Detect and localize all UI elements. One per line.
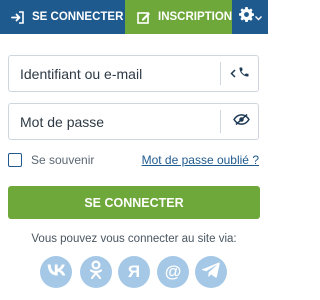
tab-signup[interactable]: INSCRIPTION [125,0,232,34]
phone-login-toggle[interactable] [225,65,255,83]
mailru-login-button[interactable]: @ [157,256,189,288]
tab-login[interactable]: SE CONNECTER [0,0,125,34]
remember-me[interactable]: Se souvenir [8,153,94,167]
field-divider [220,62,221,85]
chevron-left-icon [230,65,236,83]
password-input[interactable] [9,104,219,139]
password-field [8,103,259,140]
tab-signup-label: INSCRIPTION [158,11,233,23]
odnoklassniki-icon [89,259,103,285]
vk-login-button[interactable] [40,256,72,288]
tab-login-label: SE CONNECTER [32,11,124,23]
login-field [8,55,259,92]
settings-menu-button[interactable] [232,0,268,34]
login-submit-button[interactable]: SE CONNECTER [8,186,260,219]
mail-at-icon: @ [164,262,182,281]
odnoklassniki-login-button[interactable] [80,256,112,288]
vk-icon [47,263,66,281]
telegram-login-button[interactable] [195,256,227,288]
telegram-icon [201,262,220,283]
eye-slash-icon [232,113,250,131]
remember-checkbox[interactable] [8,153,22,167]
show-password-toggle[interactable] [228,113,254,131]
yandex-icon: Я [127,262,141,281]
yandex-login-button[interactable]: Я [118,256,150,288]
field-divider [220,110,221,133]
sign-in-icon [11,10,25,24]
edit-icon [137,11,151,24]
gear-icon [238,7,254,27]
social-login-caption: Vous pouvez vous connecter au site via: [31,233,237,245]
phone-icon [238,65,250,83]
chevron-down-icon [254,8,262,26]
auth-tab-bar: SE CONNECTER INSCRIPTION [0,0,268,34]
remember-label: Se souvenir [31,153,95,167]
forgot-password-link[interactable]: Mot de passe oublié ? [142,153,259,167]
login-input[interactable] [9,56,219,91]
